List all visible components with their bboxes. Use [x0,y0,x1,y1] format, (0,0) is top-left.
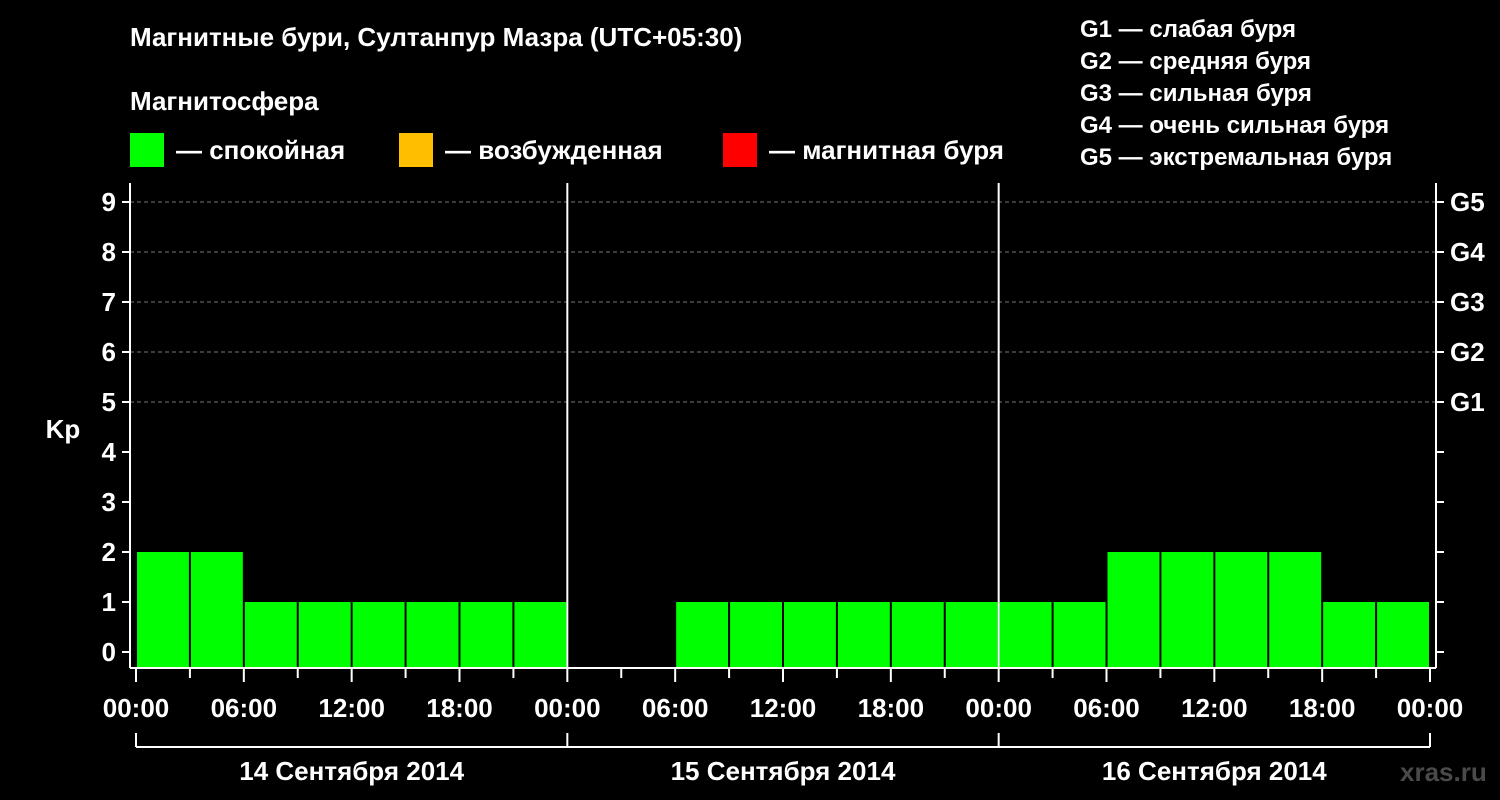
kp-bar-4 [352,602,405,668]
kp-bar-1 [190,552,243,668]
y-tick-label-9: 9 [102,187,116,217]
kp-bar-21 [1269,552,1322,668]
x-tick-label-7: 18:00 [858,693,925,723]
y-tick-label-0: 0 [102,637,116,667]
x-tick-label-3: 18:00 [426,693,493,723]
x-tick-label-2: 12:00 [318,693,385,723]
x-tick-label-11: 18:00 [1289,693,1356,723]
kp-bar-7 [514,602,567,668]
kp-bar-11 [730,602,782,668]
kp-bar-10 [676,602,729,668]
day-label-1: 15 Сентября 2014 [671,756,896,786]
right-tick-label-g4: G4 [1450,237,1485,267]
kp-bar-5 [406,602,459,668]
x-tick-label-1: 06:00 [211,693,278,723]
kp-bar-15 [945,602,998,668]
kp-bar-0 [137,552,189,668]
y-tick-label-1: 1 [102,587,116,617]
x-tick-label-10: 12:00 [1181,693,1248,723]
x-tick-label-4: 00:00 [534,693,601,723]
kp-bar-18 [1107,552,1160,668]
y-tick-label-3: 3 [102,487,116,517]
kp-bar-20 [1215,552,1268,668]
right-tick-label-g2: G2 [1450,337,1485,367]
y-tick-label-5: 5 [102,387,116,417]
x-tick-label-5: 06:00 [642,693,709,723]
right-tick-label-g5: G5 [1450,187,1485,217]
kp-bar-17 [1053,602,1106,668]
x-tick-label-12: 00:00 [1397,693,1464,723]
y-axis-label: Kp [46,414,81,444]
x-tick-label-9: 06:00 [1073,693,1140,723]
kp-bar-19 [1161,552,1214,668]
x-tick-label-8: 00:00 [965,693,1032,723]
kp-bar-16 [999,602,1052,668]
x-tick-label-6: 12:00 [750,693,817,723]
y-tick-label-7: 7 [102,287,116,317]
y-tick-label-2: 2 [102,537,116,567]
kp-bar-23 [1377,602,1429,668]
kp-bar-12 [784,602,836,668]
kp-bar-3 [298,602,351,668]
day-label-2: 16 Сентября 2014 [1102,756,1327,786]
right-tick-label-g3: G3 [1450,287,1485,317]
y-tick-label-8: 8 [102,237,116,267]
kp-bar-14 [891,602,944,668]
kp-bar-13 [837,602,890,668]
day-label-0: 14 Сентября 2014 [239,756,464,786]
kp-bar-22 [1323,602,1376,668]
watermark: xras.ru [1400,757,1487,787]
y-tick-label-4: 4 [102,437,117,467]
x-tick-label-0: 00:00 [103,693,170,723]
y-tick-label-6: 6 [102,337,116,367]
kp-bar-6 [460,602,513,668]
right-tick-label-g1: G1 [1450,387,1485,417]
kp-bar-2 [244,602,297,668]
kp-chart: 0 1 2 3 4 5 6 7 8 9 G1 G2 G3 G4 G5 Kp 00:00 06:00 12:00 18:… [46,183,1485,786]
